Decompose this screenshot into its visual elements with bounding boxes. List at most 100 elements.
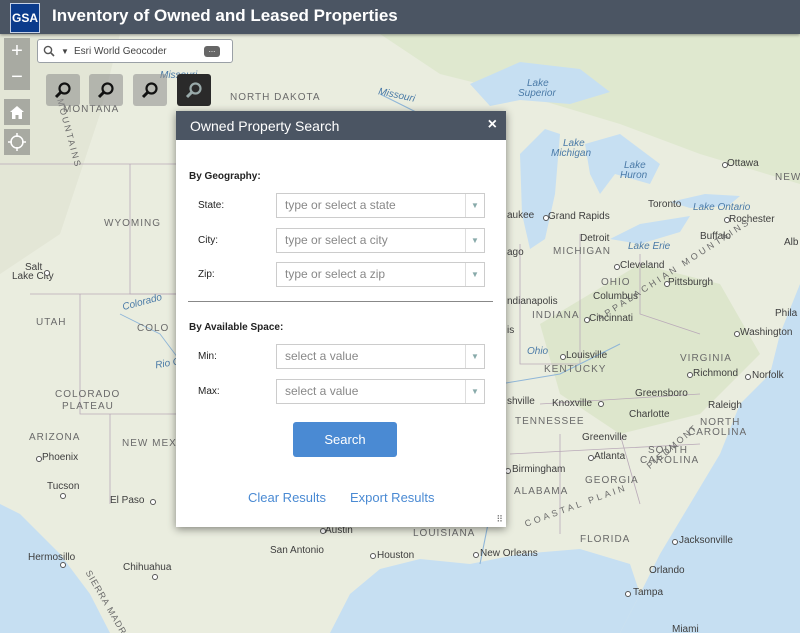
map-label-ohio: OHIO (601, 277, 631, 288)
map-label-tampa: Tampa (633, 587, 664, 598)
map-label-norfolk: Norfolk (752, 370, 784, 381)
app-title: Inventory of Owned and Leased Properties (52, 6, 398, 25)
tool-button-1[interactable] (46, 74, 80, 106)
map-label-ohio-river: Ohio (527, 346, 549, 357)
city-dot (543, 215, 549, 221)
map-label-georgia: GEORGIA (585, 475, 639, 486)
city-dot (724, 217, 730, 223)
map-label-pittsburgh: Pittsburgh (668, 277, 714, 288)
city-placeholder[interactable]: type or select a city (285, 233, 388, 247)
locate-icon (8, 133, 26, 151)
gsa-logo: GSA (10, 3, 40, 33)
map-label-alabama: ALABAMA (514, 486, 569, 497)
city-dot (734, 331, 740, 337)
caret-down-icon[interactable]: ▼ (60, 47, 70, 56)
map-label-lake-superior-2: Superior (518, 88, 556, 99)
map-label-tennessee: TENNESSEE (515, 416, 585, 427)
locate-button[interactable] (4, 129, 30, 155)
max-placeholder[interactable]: select a value (285, 384, 358, 398)
map-label-detroit: Detroit (580, 233, 610, 244)
map-label-colorado-plateau-1: COLORADO (55, 389, 121, 400)
map-label-greenville: Greenville (582, 432, 628, 443)
search-icon (54, 82, 71, 99)
state-label: State: (198, 200, 225, 211)
city-dot (664, 281, 670, 287)
map-label-birmingham: Birmingham (512, 464, 566, 475)
map-label-richmond: Richmond (693, 368, 739, 379)
map-label-ago: ago (507, 247, 524, 258)
geocoder-source[interactable]: Esri World Geocoder (70, 46, 204, 57)
space-section-title: By Available Space: (189, 322, 284, 333)
city-dot (560, 354, 566, 360)
panel-header: Owned Property Search × (176, 111, 506, 140)
chevron-down-icon[interactable]: ▼ (465, 380, 484, 403)
min-label: Min: (198, 351, 217, 362)
min-space-select[interactable]: select a value ▼ (276, 344, 485, 369)
map-label-is: is (507, 325, 515, 336)
map-label-florida: FLORIDA (580, 534, 631, 545)
map-label-houston: Houston (377, 550, 415, 561)
city-select[interactable]: type or select a city ▼ (276, 228, 485, 253)
search-icon[interactable] (38, 45, 60, 57)
map-label-knoxville: Knoxville (552, 398, 593, 409)
tool-button-2[interactable] (89, 74, 123, 106)
map-label-atlanta: Atlanta (594, 451, 626, 462)
resize-handle[interactable]: ⠿ (496, 514, 503, 525)
map-label-raleigh: Raleigh (708, 400, 742, 411)
search-icon (141, 82, 158, 99)
city-dot (370, 553, 376, 559)
tool-button-3[interactable] (133, 74, 167, 106)
map-label-lake-erie: Lake Erie (628, 241, 671, 252)
map-label-orlando: Orlando (649, 565, 685, 576)
city-dot (150, 499, 156, 505)
city-dot (320, 528, 326, 534)
map-label-phoenix: Phoenix (42, 452, 79, 463)
map-label-philadelphia: Phila (775, 308, 798, 319)
city-dot (60, 562, 66, 568)
map-label-colo: COLO (137, 323, 170, 334)
city-dot (473, 552, 479, 558)
geocoder-search[interactable]: ▼ Esri World Geocoder ... (37, 39, 233, 63)
close-icon[interactable]: × (488, 116, 497, 134)
search-icon (97, 82, 114, 99)
map-label-indianapolis: ndianapolis (507, 296, 558, 307)
map-label-arizona: ARIZONA (29, 432, 81, 443)
zip-placeholder[interactable]: type or select a zip (285, 267, 385, 281)
more-icon[interactable]: ... (204, 45, 220, 57)
map-label-hermosillo: Hermosillo (28, 552, 76, 563)
city-label: City: (198, 235, 218, 246)
state-placeholder[interactable]: type or select a state (285, 198, 396, 212)
owned-property-search-panel: Owned Property Search × By Geography: St… (176, 111, 506, 527)
section-divider (188, 301, 493, 302)
chevron-down-icon[interactable]: ▼ (465, 263, 484, 286)
chevron-down-icon[interactable]: ▼ (465, 194, 484, 217)
export-results-link[interactable]: Export Results (350, 490, 435, 505)
zoom-in-button[interactable]: + (4, 38, 30, 64)
chevron-down-icon[interactable]: ▼ (465, 229, 484, 252)
city-dot (588, 455, 594, 461)
zoom-out-button[interactable]: − (4, 64, 30, 90)
state-select[interactable]: type or select a state ▼ (276, 193, 485, 218)
max-space-select[interactable]: select a value ▼ (276, 379, 485, 404)
city-dot (672, 539, 678, 545)
tool-button-4[interactable] (177, 74, 211, 106)
map-label-el-paso: El Paso (110, 495, 145, 506)
map-label-virginia: VIRGINIA (680, 353, 732, 364)
zip-select[interactable]: type or select a zip ▼ (276, 262, 485, 287)
map-label-south-carolina-2: CAROLINA (640, 455, 700, 466)
search-button[interactable]: Search (293, 422, 397, 457)
city-dot (152, 574, 158, 580)
map-label-wyoming: WYOMING (104, 218, 161, 229)
chevron-down-icon[interactable]: ▼ (465, 345, 484, 368)
min-placeholder[interactable]: select a value (285, 349, 358, 363)
map-label-miami: Miami (672, 624, 699, 633)
city-dot (44, 270, 50, 276)
map-label-kentucky: KENTUCKY (544, 364, 607, 375)
home-button[interactable] (4, 99, 30, 125)
city-dot (584, 317, 590, 323)
city-dot (60, 493, 66, 499)
city-dot (36, 456, 42, 462)
map-label-nashville: shville (507, 396, 535, 407)
clear-results-link[interactable]: Clear Results (248, 490, 326, 505)
map-label-chihuahua: Chihuahua (123, 562, 172, 573)
